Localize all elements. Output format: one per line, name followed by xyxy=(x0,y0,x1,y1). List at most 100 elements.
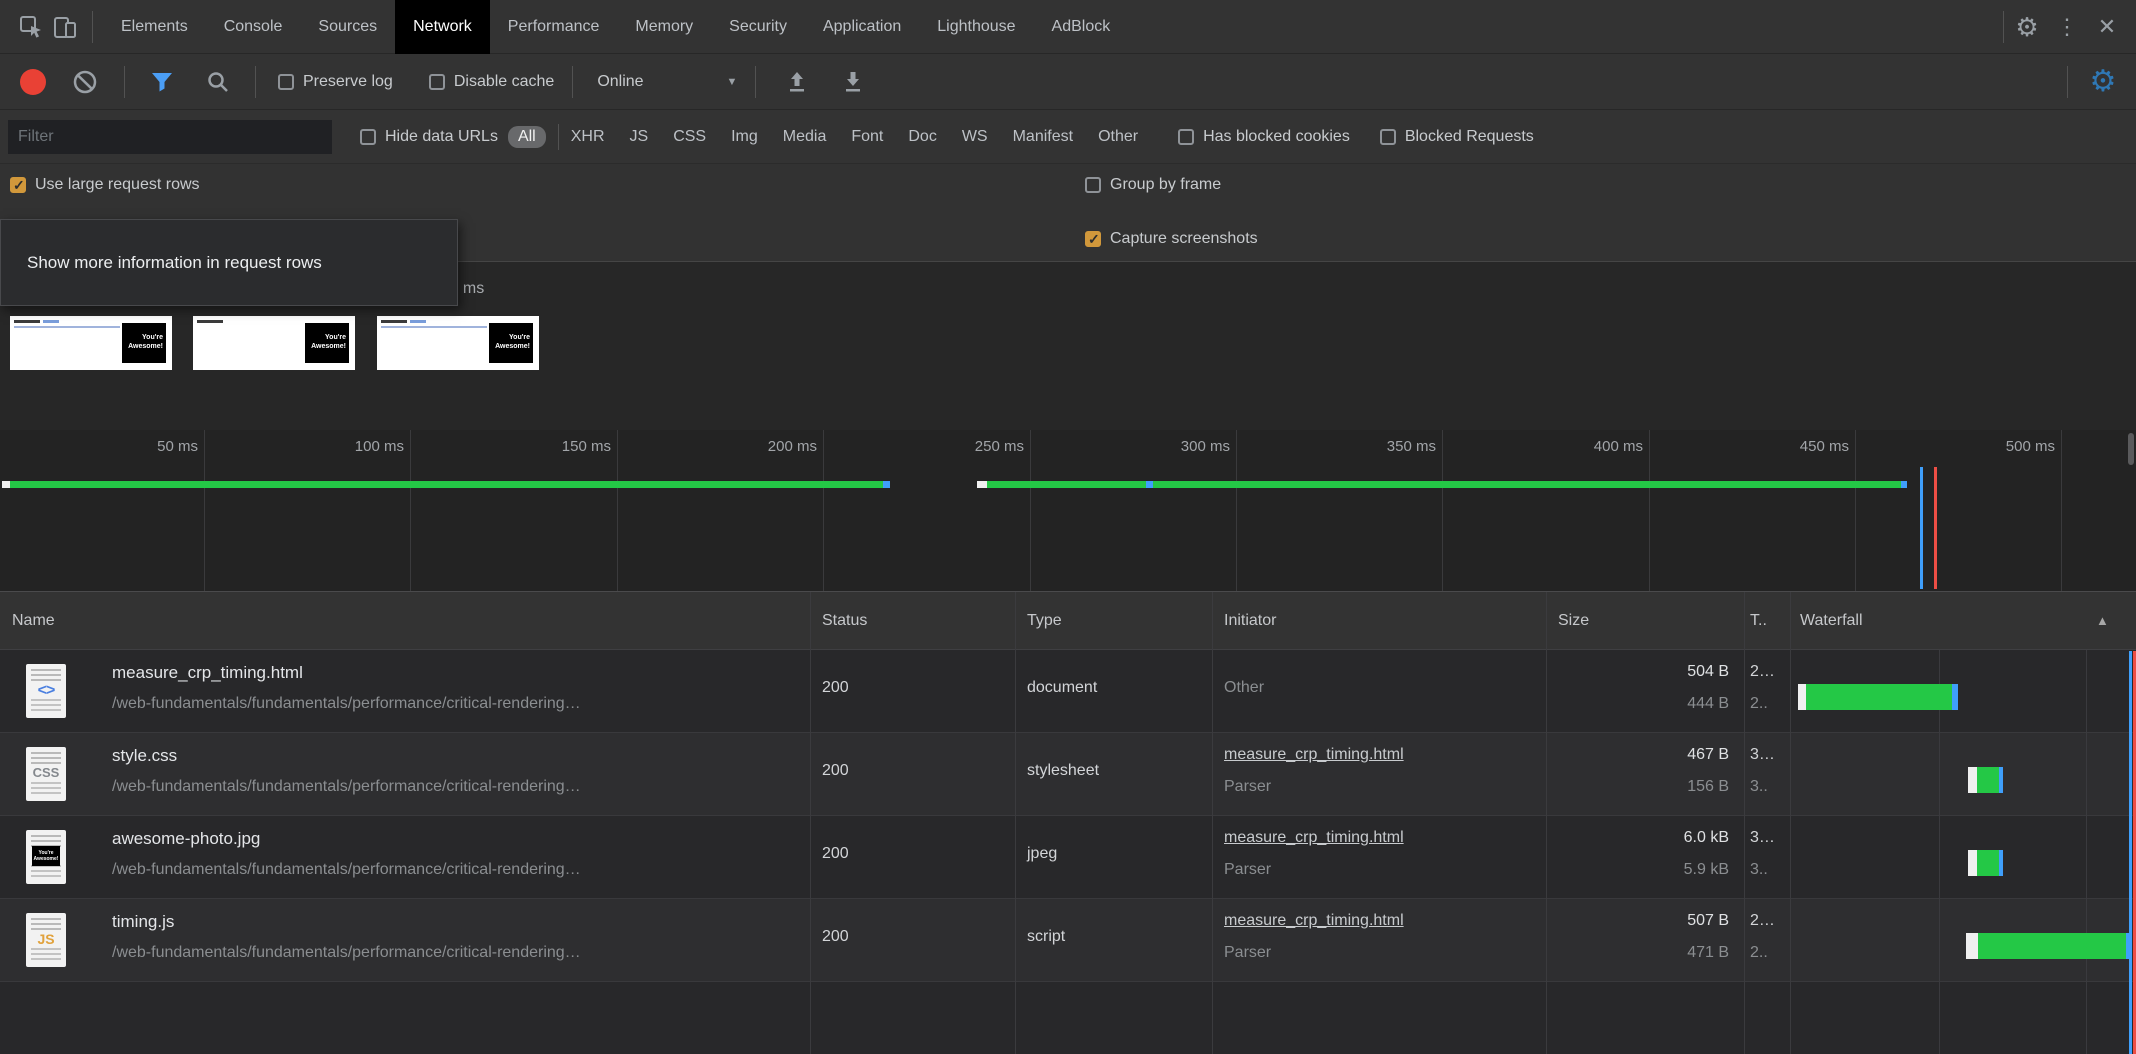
screenshot-thumbnail[interactable]: You're Awesome! xyxy=(377,316,539,370)
overview-track xyxy=(0,430,2136,591)
preserve-log-toggle[interactable]: Preserve log xyxy=(278,73,393,91)
filter-type-media[interactable]: Media xyxy=(783,128,827,146)
column-header-status[interactable]: Status xyxy=(822,592,867,650)
filter-type-font[interactable]: Font xyxy=(851,128,883,146)
column-header-time[interactable]: T.. xyxy=(1750,592,1767,650)
clear-network-log-icon[interactable] xyxy=(70,67,100,97)
column-divider[interactable] xyxy=(1212,592,1213,1054)
column-header-waterfall[interactable]: Waterfall xyxy=(1800,592,1863,650)
settings-gear-icon[interactable]: ⚙ xyxy=(2010,10,2044,44)
tab-adblock[interactable]: AdBlock xyxy=(1034,0,1129,54)
filter-type-manifest[interactable]: Manifest xyxy=(1013,128,1073,146)
tab-performance[interactable]: Performance xyxy=(490,0,618,54)
page-text-line xyxy=(43,320,59,323)
request-name: style.css xyxy=(112,746,177,766)
filter-type-js[interactable]: JS xyxy=(630,128,649,146)
close-icon[interactable]: ✕ xyxy=(2090,10,2124,44)
initiator-link[interactable]: measure_crp_timing.html xyxy=(1224,746,1404,764)
time-subvalue: 3.. xyxy=(1750,778,1786,796)
tab-lighthouse[interactable]: Lighthouse xyxy=(919,0,1033,54)
time-subvalue: 3.. xyxy=(1750,861,1786,879)
disable-cache-toggle[interactable]: Disable cache xyxy=(429,73,555,91)
capture-screenshots-toggle[interactable]: Capture screenshots xyxy=(1085,230,1258,248)
import-har-icon[interactable] xyxy=(782,67,812,97)
overview-request-bar xyxy=(987,481,1901,488)
tab-sources[interactable]: Sources xyxy=(300,0,395,54)
table-row[interactable]: CSS style.css /web-fundamentals/fundamen… xyxy=(0,733,2136,816)
overview-request-bar xyxy=(883,481,890,488)
column-header-name[interactable]: Name xyxy=(12,592,55,650)
scrollbar-thumb[interactable] xyxy=(2128,433,2134,465)
size-subvalue: 156 B xyxy=(1546,778,1729,796)
has-blocked-cookies-toggle[interactable]: Has blocked cookies xyxy=(1178,128,1350,146)
type-value: stylesheet xyxy=(1027,762,1099,780)
use-large-request-rows-toggle[interactable]: Use large request rows xyxy=(10,176,200,194)
table-row[interactable]: JS timing.js /web-fundamentals/fundament… xyxy=(0,899,2136,982)
checkbox-unchecked-icon xyxy=(1178,129,1194,145)
throttling-select[interactable]: Online ▼ xyxy=(597,73,737,91)
column-divider[interactable] xyxy=(1744,592,1745,1054)
disable-cache-label: Disable cache xyxy=(454,73,555,91)
time-subvalue: 2.. xyxy=(1750,695,1786,713)
column-header-type[interactable]: Type xyxy=(1027,592,1062,650)
dropdown-caret-icon: ▼ xyxy=(726,76,737,88)
column-divider[interactable] xyxy=(1790,592,1791,1054)
column-header-initiator[interactable]: Initiator xyxy=(1224,592,1276,650)
screenshot-thumbnail[interactable]: You're Awesome! xyxy=(10,316,172,370)
overview-request-bar xyxy=(977,481,987,488)
html-file-icon: <> xyxy=(26,664,66,718)
request-path: /web-fundamentals/fundamentals/performan… xyxy=(112,861,581,879)
overview-request-bar xyxy=(1901,481,1907,488)
column-divider[interactable] xyxy=(1546,592,1547,1054)
request-grid: Name Status Type Initiator Size T.. Wate… xyxy=(0,591,2136,1054)
filter-type-doc[interactable]: Doc xyxy=(908,128,936,146)
filter-type-ws[interactable]: WS xyxy=(962,128,988,146)
tab-elements[interactable]: Elements xyxy=(103,0,206,54)
request-name: measure_crp_timing.html xyxy=(112,663,303,683)
network-overview[interactable]: 50 ms 100 ms 150 ms 200 ms 250 ms 300 ms… xyxy=(0,430,2136,591)
size-value: 6.0 kB xyxy=(1546,829,1729,847)
column-header-size[interactable]: Size xyxy=(1558,592,1589,650)
filter-type-css[interactable]: CSS xyxy=(673,128,706,146)
search-icon[interactable] xyxy=(203,67,233,97)
initiator-link[interactable]: measure_crp_timing.html xyxy=(1224,912,1404,930)
group-by-frame-toggle[interactable]: Group by frame xyxy=(1085,176,1221,194)
toolbar-divider xyxy=(755,66,756,98)
column-divider[interactable] xyxy=(810,592,811,1054)
network-settings-gear-icon[interactable]: ⚙ xyxy=(2088,67,2118,97)
table-row[interactable]: <> measure_crp_timing.html /web-fundamen… xyxy=(0,650,2136,733)
table-row[interactable]: You're Awesome! awesome-photo.jpg /web-f… xyxy=(0,816,2136,899)
toolbar-divider xyxy=(255,66,256,98)
domcontentloaded-line xyxy=(1920,467,1923,589)
filter-funnel-icon[interactable] xyxy=(147,67,177,97)
inspect-element-icon[interactable] xyxy=(14,10,48,44)
network-filter-input[interactable] xyxy=(8,120,332,154)
filter-type-xhr[interactable]: XHR xyxy=(571,128,605,146)
export-har-icon[interactable] xyxy=(838,67,868,97)
checkbox-unchecked-icon xyxy=(278,74,294,90)
record-network-log-icon[interactable] xyxy=(20,69,46,95)
filter-type-all[interactable]: All xyxy=(508,126,546,148)
filter-type-other[interactable]: Other xyxy=(1098,128,1138,146)
checkbox-unchecked-icon xyxy=(360,129,376,145)
initiator-sub: Parser xyxy=(1224,944,1271,962)
column-divider[interactable] xyxy=(1015,592,1016,1054)
checkbox-checked-icon xyxy=(1085,231,1101,247)
more-menu-icon[interactable]: ⋮ xyxy=(2050,10,2084,44)
page-banner: You're Awesome! xyxy=(489,323,533,363)
blocked-requests-toggle[interactable]: Blocked Requests xyxy=(1380,128,1534,146)
hide-data-urls-toggle[interactable]: Hide data URLs xyxy=(360,128,498,146)
initiator-sub: Parser xyxy=(1224,861,1271,879)
tab-application[interactable]: Application xyxy=(805,0,919,54)
type-value: jpeg xyxy=(1027,845,1057,863)
tab-security[interactable]: Security xyxy=(711,0,805,54)
grid-header: Name Status Type Initiator Size T.. Wate… xyxy=(0,592,2136,650)
tab-memory[interactable]: Memory xyxy=(617,0,711,54)
initiator-link[interactable]: measure_crp_timing.html xyxy=(1224,829,1404,847)
tab-console[interactable]: Console xyxy=(206,0,301,54)
device-toolbar-icon[interactable] xyxy=(48,10,82,44)
hide-data-urls-label: Hide data URLs xyxy=(385,128,498,146)
screenshot-thumbnail[interactable]: You're Awesome! xyxy=(193,316,355,370)
filter-type-img[interactable]: Img xyxy=(731,128,758,146)
tab-network[interactable]: Network xyxy=(395,0,490,54)
